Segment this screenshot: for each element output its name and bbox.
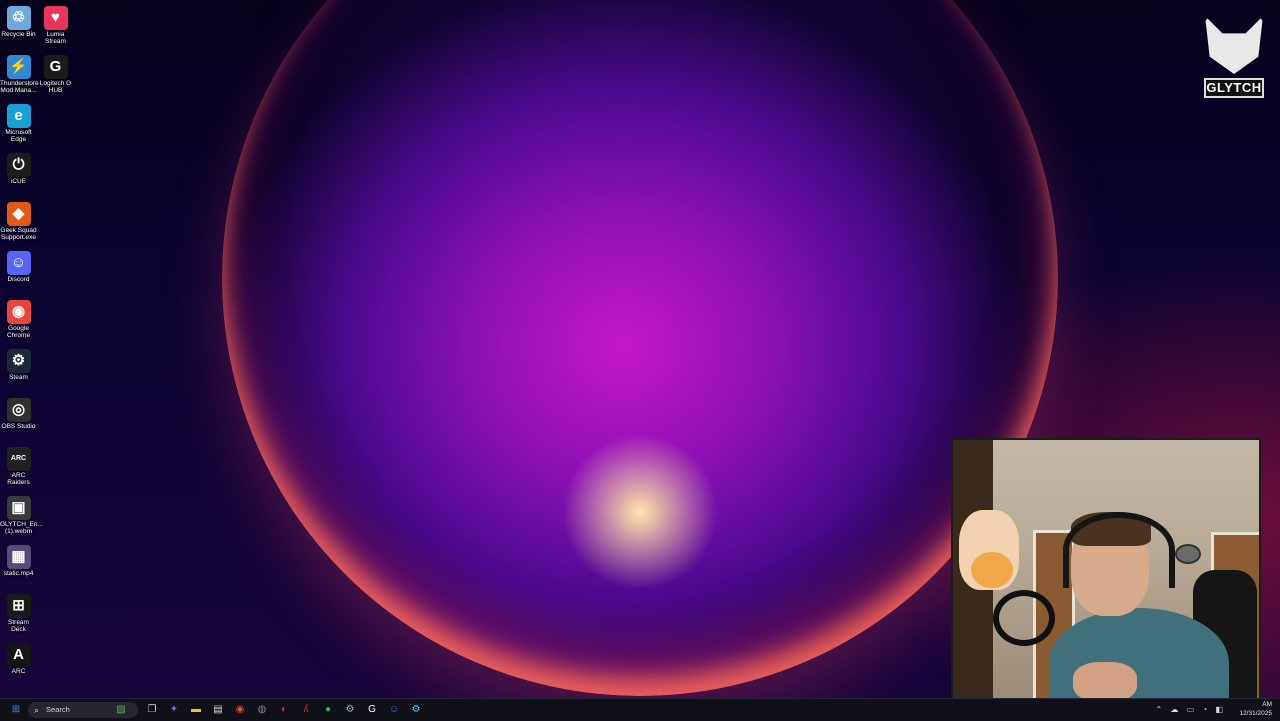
widgets-taskbar-icon[interactable]: ▨: [113, 702, 129, 718]
clock-date[interactable]: 12/31/2025: [1239, 709, 1272, 718]
desktop-icon-label: Microsoft Edge: [5, 129, 32, 143]
steam-icon: ⚙: [6, 349, 31, 373]
arc-icon: A: [6, 643, 31, 667]
desktop-icon-label: static.mp4: [3, 570, 34, 577]
webcam-headphones: [993, 590, 1055, 646]
desktop-icon[interactable]: ▣ GLYTCH_En... (1).webm: [0, 494, 43, 535]
desktop-icon[interactable]: G Logitech G HUB: [37, 53, 74, 94]
glytch-logo: GLYTCH: [1204, 16, 1264, 100]
webcam-overlay: [951, 438, 1261, 706]
taskbar: ⌕ Search ⊞ ▨ ❐ ✦ ▬ ▤ ◉ ◍ ◐ ʎ ● ⚙ G ☺ ⚙ ⌃ ☁ ▭ ◔ ◧ AM 12…: [0, 698, 1280, 721]
search-icon: ⌕: [34, 705, 40, 715]
desktop-icon[interactable]: ARC ARC Raiders: [0, 445, 37, 486]
fox-logo-icon: [1205, 16, 1263, 74]
desktop-icon[interactable]: e Microsoft Edge: [0, 102, 37, 143]
stream-deck-icon: ⊞: [6, 594, 31, 618]
spotify-taskbar-icon[interactable]: ●: [320, 702, 336, 718]
acrobat-taskbar-icon[interactable]: ʎ: [298, 702, 314, 718]
desktop-icon[interactable]: ◉ Google Chrome: [0, 298, 37, 339]
desktop-icon-label: Lumia Stream: [45, 31, 66, 45]
steam-2-taskbar-icon[interactable]: ⚙: [408, 702, 424, 718]
desktop-icon[interactable]: ▦ static.mp4: [0, 543, 37, 577]
desktop-icon-label: Logitech G HUB: [39, 80, 72, 94]
recycle-bin-icon: ♲: [6, 6, 31, 30]
file-explorer-taskbar-icon[interactable]: ▬: [188, 702, 204, 718]
desktop-icon[interactable]: A ARC: [0, 641, 37, 675]
desktop-icon[interactable]: ⚡ Thunderstore Mod Mana...: [0, 53, 39, 94]
desktop-icon-label: iCUE: [10, 178, 27, 185]
webcam-person-hand: [1073, 662, 1137, 702]
desktop-icon[interactable]: ☺ Discord: [0, 249, 37, 283]
desktop-icon[interactable]: ⊞ Stream Deck: [0, 592, 37, 633]
icue-taskbar-icon[interactable]: ◍: [254, 702, 270, 718]
desktop-icon[interactable]: ◆ Geek Squad Support.exe: [0, 200, 37, 241]
desktop-icon[interactable]: ♲ Recycle Bin: [0, 4, 37, 38]
thunderstore-icon: ⚡: [6, 55, 31, 79]
desktop-icon-label: Geek Squad Support.exe: [0, 227, 37, 241]
desktop-icon-label: Thunderstore Mod Mana...: [0, 80, 39, 94]
steam-taskbar-icon[interactable]: ⚙: [342, 702, 358, 718]
webcam-plush-toy-2: [971, 552, 1013, 588]
logitech-g-hub-icon: G: [43, 55, 68, 79]
desktop-icon-label: Recycle Bin: [1, 31, 36, 38]
desktop-icon-label: GLYTCH_En... (1).webm: [0, 521, 43, 535]
search-placeholder: Search: [46, 705, 70, 714]
start-button-taskbar-icon[interactable]: ⊞: [8, 702, 24, 718]
desktop-icon[interactable]: ⚙ Steam: [0, 347, 37, 381]
arc-raiders-icon: ARC: [6, 447, 31, 471]
task-view-taskbar-icon[interactable]: ❐: [144, 702, 160, 718]
chrome-icon: ◉: [6, 300, 31, 324]
desktop-icon-label: Steam: [9, 374, 28, 381]
webm-file-icon: ▣: [6, 496, 31, 520]
lumia-taskbar-icon[interactable]: ◐: [276, 702, 292, 718]
desktop-icon-label: Discord: [7, 276, 30, 283]
icue-icon: ⏻: [6, 153, 31, 177]
desktop-icon-label: ARC: [11, 668, 26, 675]
desktop-icon-label: OBS Studio: [1, 423, 36, 430]
chrome-taskbar-icon[interactable]: ◉: [232, 702, 248, 718]
lumia-stream-icon: ♥: [43, 6, 68, 30]
edge-icon: e: [6, 104, 31, 128]
discord-icon: ☺: [6, 251, 31, 275]
logitech-taskbar-icon[interactable]: G: [364, 702, 380, 718]
wallpaper-orb: [222, 0, 1058, 696]
geek-squad-icon: ◆: [6, 202, 31, 226]
tray-icons[interactable]: ⌃ ☁ ▭ ◔ ◧: [1155, 705, 1226, 714]
desktop-icon-label: ARC Raiders: [7, 472, 30, 486]
desktop-icon[interactable]: ⏻ iCUE: [0, 151, 37, 185]
system-tray: ⌃ ☁ ▭ ◔ ◧ AM 12/31/2025: [1155, 700, 1272, 720]
webcam-wall-clock: [1175, 544, 1201, 564]
desktop-icon-label: Google Chrome: [6, 325, 31, 339]
microsoft-store-taskbar-icon[interactable]: ▤: [210, 702, 226, 718]
desktop-icon-label: Stream Deck: [8, 619, 29, 633]
desktop-icon[interactable]: ◎ OBS Studio: [0, 396, 37, 430]
desktop-icon[interactable]: ♥ Lumia Stream: [37, 4, 74, 45]
webcam-headset: [1063, 512, 1175, 588]
logo-text: GLYTCH: [1204, 78, 1264, 98]
mp4-file-icon: ▦: [6, 545, 31, 569]
discord-taskbar-icon[interactable]: ☺: [386, 702, 402, 718]
copilot-taskbar-icon[interactable]: ✦: [166, 702, 182, 718]
obs-icon: ◎: [6, 398, 31, 422]
clock-time[interactable]: AM: [1239, 700, 1272, 709]
